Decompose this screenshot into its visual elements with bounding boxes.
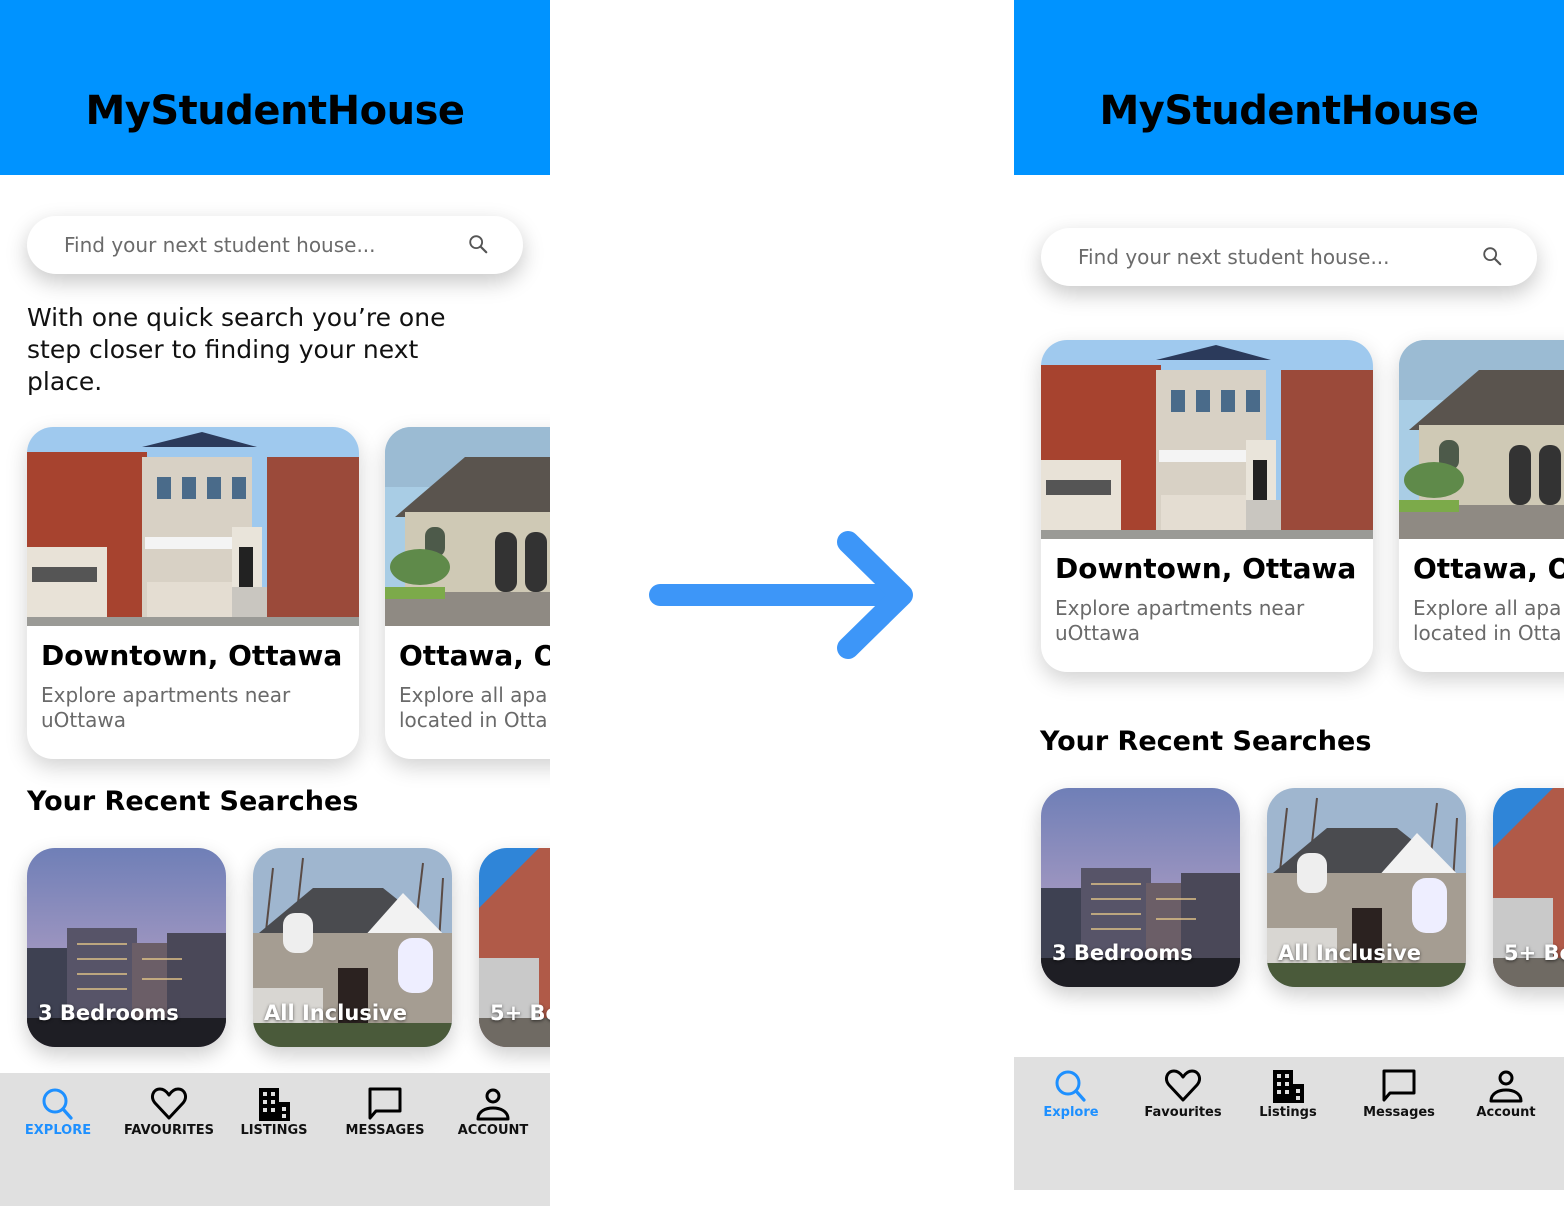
nav-account[interactable]: Account (1451, 1067, 1561, 1120)
bottom-nav: EXPLORE FAVOURITES LISTINGS MESSAGES ACC… (0, 1073, 550, 1206)
house-photo (385, 427, 550, 626)
card-description: Explore apartments near uOttawa (1055, 596, 1355, 646)
featured-card[interactable]: Ottawa, O Explore all apa located in Ott… (1399, 340, 1564, 672)
nav-favourites[interactable]: FAVOURITES (114, 1085, 224, 1138)
nav-label: Account (1476, 1105, 1536, 1120)
nav-favourites[interactable]: Favourites (1128, 1067, 1238, 1120)
person-icon (1489, 1070, 1523, 1103)
nav-label: EXPLORE (24, 1123, 92, 1138)
app-header: MyStudentHouse (1014, 0, 1564, 175)
search-input[interactable] (64, 216, 464, 274)
recent-search-tile[interactable]: All Inclusive (1267, 788, 1466, 987)
after-screen: MyStudentHouse Downtown, Ottawa Explore … (1014, 0, 1564, 1190)
app-header: MyStudentHouse (0, 0, 550, 175)
featured-card[interactable]: Downtown, Ottawa Explore apartments near… (27, 427, 359, 759)
tile-label: 3 Bedrooms (1052, 941, 1193, 965)
heart-icon (151, 1087, 187, 1120)
tagline: With one quick search you’re one step cl… (27, 303, 446, 396)
card-title: Ottawa, O (1413, 552, 1564, 585)
chat-bubble-icon (368, 1087, 402, 1120)
card-title: Ottawa, O (399, 639, 550, 672)
featured-card[interactable]: Ottawa, O Explore all apa located in Ott… (385, 427, 550, 759)
card-title: Downtown, Ottawa (41, 639, 343, 672)
recent-search-tile[interactable]: All Inclusive (253, 848, 452, 1047)
nav-label: LISTINGS (240, 1123, 308, 1138)
building-icon (259, 1088, 290, 1121)
nav-label: Listings (1259, 1105, 1317, 1120)
arrow-right-icon (649, 531, 913, 659)
tile-label: All Inclusive (1278, 941, 1421, 965)
recent-search-tile[interactable]: 5+ Be (479, 848, 550, 1047)
search-icon (42, 1088, 73, 1120)
search-bar[interactable] (1041, 228, 1537, 286)
card-description-line: located in Otta (399, 708, 548, 732)
search-icon[interactable] (467, 233, 489, 255)
chat-bubble-icon (1382, 1069, 1416, 1102)
nav-label: Explore (1043, 1105, 1099, 1120)
card-description-line: Explore all apa (1413, 596, 1562, 620)
card-description: Explore apartments near uOttawa (41, 683, 341, 733)
nav-label: Favourites (1144, 1105, 1222, 1120)
nav-label: FAVOURITES (124, 1123, 214, 1138)
tile-label: All Inclusive (264, 1001, 407, 1025)
featured-card[interactable]: Downtown, Ottawa Explore apartments near… (1041, 340, 1373, 672)
nav-account[interactable]: ACCOUNT (438, 1085, 548, 1138)
card-description-line: uOttawa (41, 708, 126, 732)
search-icon[interactable] (1481, 245, 1503, 267)
nav-listings[interactable]: LISTINGS (219, 1085, 329, 1138)
nav-messages[interactable]: MESSAGES (330, 1085, 440, 1138)
app-title: MyStudentHouse (1099, 88, 1479, 134)
card-title: Downtown, Ottawa (1055, 552, 1357, 585)
nav-label: ACCOUNT (457, 1123, 529, 1138)
card-description: Explore all apa located in Otta (1413, 596, 1564, 646)
app-title: MyStudentHouse (85, 88, 465, 134)
nav-label: MESSAGES (345, 1123, 425, 1138)
card-description-line: Explore apartments near (1055, 596, 1305, 620)
card-description-line: Explore all apa (399, 683, 548, 707)
tile-label: 5+ Be (1504, 941, 1564, 965)
nav-messages[interactable]: Messages (1344, 1067, 1454, 1120)
search-input[interactable] (1078, 228, 1478, 286)
tile-label: 3 Bedrooms (38, 1001, 179, 1025)
search-bar[interactable] (27, 216, 523, 274)
card-description: Explore all apa located in Otta (399, 683, 550, 733)
nav-label: Messages (1363, 1105, 1435, 1120)
recent-search-tile[interactable]: 3 Bedrooms (1041, 788, 1240, 987)
person-icon (476, 1088, 510, 1121)
nav-explore[interactable]: EXPLORE (3, 1085, 113, 1138)
nav-listings[interactable]: Listings (1233, 1067, 1343, 1120)
card-description-line: Explore apartments near (41, 683, 291, 707)
search-icon (1055, 1070, 1086, 1102)
before-screen: MyStudentHouse With one quick search you… (0, 0, 550, 1206)
recent-searches-title: Your Recent Searches (1040, 726, 1372, 757)
building-icon (1273, 1070, 1304, 1103)
house-photo (1041, 340, 1373, 539)
recent-searches-title: Your Recent Searches (27, 786, 359, 817)
card-description-line: uOttawa (1055, 621, 1140, 645)
house-photo (1399, 340, 1564, 539)
recent-search-tile[interactable]: 3 Bedrooms (27, 848, 226, 1047)
house-photo (27, 427, 359, 626)
recent-search-tile[interactable]: 5+ Be (1493, 788, 1564, 987)
nav-explore[interactable]: Explore (1016, 1067, 1126, 1120)
heart-icon (1165, 1069, 1201, 1102)
tile-label: 5+ Be (490, 1001, 550, 1025)
bottom-nav: Explore Favourites Listings Messages Acc… (1014, 1057, 1564, 1190)
card-description-line: located in Otta (1413, 621, 1562, 645)
